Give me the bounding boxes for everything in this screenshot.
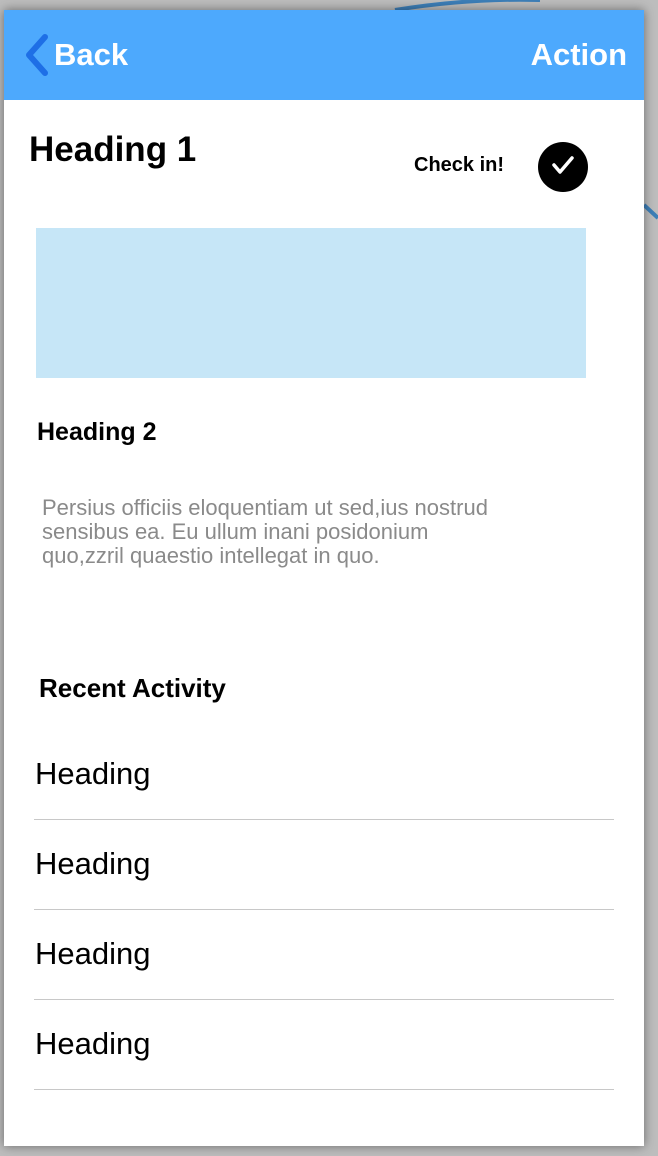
list-item[interactable]: Heading bbox=[34, 820, 614, 910]
back-label: Back bbox=[54, 37, 129, 72]
list-item[interactable]: Heading bbox=[34, 1000, 614, 1090]
list-item-label: Heading bbox=[35, 936, 151, 971]
chevron-left-icon bbox=[24, 33, 50, 77]
subheading: Heading 2 bbox=[37, 418, 157, 446]
navigation-bar: Back Action bbox=[4, 10, 644, 100]
checkmark-icon bbox=[548, 150, 578, 185]
page-title: Heading 1 bbox=[29, 130, 197, 169]
back-button[interactable]: Back bbox=[24, 32, 128, 78]
list-item-label: Heading bbox=[35, 846, 151, 881]
list-item-label: Heading bbox=[35, 1026, 151, 1061]
body-paragraph: Persius officiis eloquentiam ut sed,ius … bbox=[42, 495, 488, 568]
recent-activity-list: Heading Heading Heading Heading bbox=[34, 730, 614, 1090]
phone-screen: Back Action Heading 1 Check in! Heading … bbox=[4, 10, 644, 1146]
list-item[interactable]: Heading bbox=[34, 730, 614, 820]
list-item[interactable]: Heading bbox=[34, 910, 614, 1000]
recent-activity-title: Recent Activity bbox=[39, 673, 226, 703]
checkin-label: Check in! bbox=[414, 154, 505, 176]
image-placeholder bbox=[36, 228, 586, 378]
action-button[interactable]: Action bbox=[531, 32, 627, 78]
list-item-label: Heading bbox=[35, 756, 151, 791]
checkin-button[interactable] bbox=[538, 142, 588, 192]
